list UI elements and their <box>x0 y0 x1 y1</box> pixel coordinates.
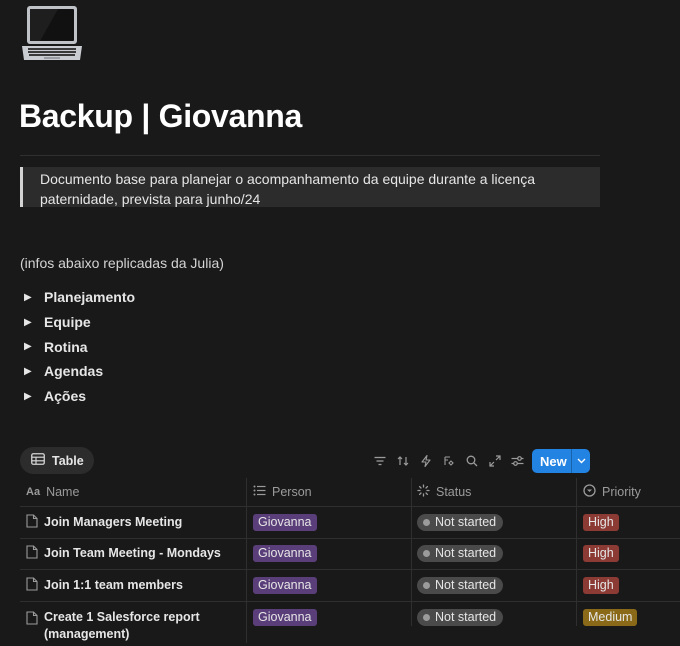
page-icon <box>26 514 38 531</box>
status-dot <box>423 613 430 621</box>
cell-person[interactable]: Giovanna <box>247 601 412 626</box>
filter-icon[interactable] <box>368 449 391 472</box>
status-dot <box>423 518 430 526</box>
person-tag: Giovanna <box>253 513 317 531</box>
cell-person[interactable]: Giovanna <box>247 507 412 538</box>
toggle-triangle-icon[interactable]: ▶ <box>24 292 44 303</box>
cell-name[interactable]: Create 1 Salesforce report (management) <box>20 601 247 643</box>
table-row[interactable]: Join 1:1 team members Giovanna Not start… <box>20 569 680 601</box>
table-row[interactable]: Join Managers Meeting Giovanna Not start… <box>20 506 680 538</box>
row-name: Join 1:1 team members <box>44 577 183 592</box>
status-badge: Not started <box>417 576 504 594</box>
page-icon <box>26 545 38 562</box>
column-header-label: Name <box>46 485 80 499</box>
toggle-triangle-icon[interactable]: ▶ <box>24 317 44 328</box>
cell-priority[interactable]: High <box>577 507 680 538</box>
toggle-label: Ações <box>44 388 87 405</box>
column-header-label: Priority <box>602 485 641 499</box>
priority-tag: High <box>583 545 619 563</box>
page-icon <box>26 609 38 628</box>
column-header-label: Status <box>436 485 472 499</box>
row-name: Join Team Meeting - Mondays <box>44 546 221 561</box>
status-label: Not started <box>435 609 497 624</box>
priority-tag: High <box>583 513 619 531</box>
column-header-status[interactable]: Status <box>412 478 577 506</box>
toggle-triangle-icon[interactable]: ▶ <box>24 391 44 402</box>
status-badge: Not started <box>417 608 504 626</box>
page-icon <box>26 577 38 594</box>
note-text[interactable]: (infos abaixo replicadas da Julia) <box>20 255 224 271</box>
lightning-icon[interactable] <box>414 449 437 472</box>
status-label: Not started <box>435 546 497 561</box>
table-header: Aa Name Person Status Priority <box>20 478 680 506</box>
toggle-list: ▶ Planejamento ▶ Equipe ▶ Rotina ▶ Agend… <box>24 285 135 408</box>
priority-tag: Medium <box>583 608 638 626</box>
laptop-icon[interactable] <box>20 2 84 66</box>
status-dot <box>423 581 430 589</box>
cell-name[interactable]: Join Team Meeting - Mondays <box>20 538 247 569</box>
database-toolbar <box>368 449 529 472</box>
row-name: Join Managers Meeting <box>44 514 183 529</box>
person-tag: Giovanna <box>253 608 317 626</box>
cell-priority[interactable]: High <box>577 539 680 570</box>
cell-status[interactable]: Not started <box>412 601 577 626</box>
table-row[interactable]: Create 1 Salesforce report (management) … <box>20 600 680 646</box>
toggle-triangle-icon[interactable]: ▶ <box>24 341 44 352</box>
toggle-planejamento[interactable]: ▶ Planejamento <box>24 285 135 310</box>
callout[interactable]: Documento base para planejar o acompanha… <box>20 167 600 207</box>
view-tab-label: Table <box>52 453 84 468</box>
divider <box>20 155 600 156</box>
cell-status[interactable]: Not started <box>412 570 577 601</box>
text-type-icon: Aa <box>26 486 41 498</box>
cell-priority[interactable]: Medium <box>577 602 680 626</box>
cell-status[interactable]: Not started <box>412 507 577 538</box>
status-dot <box>423 550 430 558</box>
cell-person[interactable]: Giovanna <box>247 570 412 601</box>
cell-person[interactable]: Giovanna <box>247 538 412 569</box>
list-icon <box>253 485 266 499</box>
status-badge: Not started <box>417 513 504 531</box>
column-header-priority[interactable]: Priority <box>577 478 680 506</box>
table-row[interactable]: Join Team Meeting - Mondays Giovanna Not… <box>20 537 680 570</box>
toggle-label: Agendas <box>44 363 104 380</box>
settings-icon[interactable] <box>506 449 529 472</box>
row-name: Create 1 Salesforce report (management) <box>44 609 200 641</box>
sort-icon[interactable] <box>391 449 414 472</box>
callout-text: Documento base para planejar o acompanha… <box>40 171 536 207</box>
status-loader-icon <box>417 484 430 500</box>
toggle-label: Equipe <box>44 314 91 331</box>
column-header-person[interactable]: Person <box>247 478 412 506</box>
toggle-agendas[interactable]: ▶ Agendas <box>24 359 135 384</box>
status-label: Not started <box>435 514 497 529</box>
table-icon <box>31 453 45 468</box>
new-button-label: New <box>540 453 567 469</box>
person-tag: Giovanna <box>253 576 317 594</box>
ai-icon[interactable] <box>437 449 460 472</box>
expand-icon[interactable] <box>483 449 506 472</box>
toggle-equipe[interactable]: ▶ Equipe <box>24 310 135 335</box>
select-circle-icon <box>583 484 596 500</box>
person-tag: Giovanna <box>253 545 317 563</box>
database-table: Aa Name Person Status Priority Join Mana… <box>20 478 680 646</box>
page-title[interactable]: Backup | Giovanna <box>19 98 302 135</box>
toggle-triangle-icon[interactable]: ▶ <box>24 366 44 377</box>
toggle-label: Planejamento <box>44 289 136 306</box>
toggle-acoes[interactable]: ▶ Ações <box>24 384 135 409</box>
cell-name[interactable]: Join Managers Meeting <box>20 507 247 538</box>
new-button[interactable]: New <box>532 449 590 473</box>
column-header-label: Person <box>272 485 312 499</box>
status-badge: Not started <box>417 545 504 563</box>
column-header-name[interactable]: Aa Name <box>20 478 247 506</box>
search-icon[interactable] <box>460 449 483 472</box>
view-tab-table[interactable]: Table <box>20 447 94 474</box>
cell-status[interactable]: Not started <box>412 538 577 569</box>
priority-tag: High <box>583 576 619 594</box>
cell-name[interactable]: Join 1:1 team members <box>20 570 247 601</box>
status-label: Not started <box>435 577 497 592</box>
cell-priority[interactable]: High <box>577 570 680 601</box>
chevron-down-icon[interactable] <box>572 458 590 464</box>
toggle-label: Rotina <box>44 338 88 355</box>
toggle-rotina[interactable]: ▶ Rotina <box>24 334 135 359</box>
